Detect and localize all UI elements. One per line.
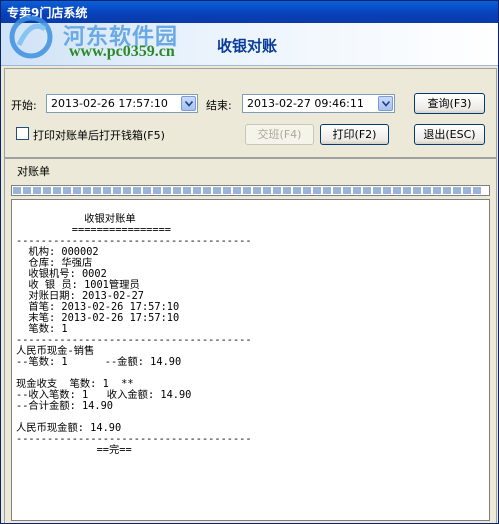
filter-toolbar: 开始: 2013-02-26 17:57:10 结束: 2013-02-27 0… xyxy=(4,68,497,158)
statement-panel: 对账单 收银对账单 ================ --------------… xyxy=(4,158,497,523)
open-cash-drawer-label[interactable]: 打印对账单后打开钱箱(F5) xyxy=(33,127,165,143)
chevron-down-icon[interactable] xyxy=(378,96,393,111)
receipt-view[interactable]: 收银对账单 ================ ------------------… xyxy=(11,199,490,521)
progress-bar xyxy=(11,185,490,196)
chevron-down-icon[interactable] xyxy=(181,96,196,111)
exit-button[interactable]: 退出(ESC) xyxy=(414,124,485,145)
handover-button[interactable]: 交班(F4) xyxy=(245,124,314,145)
start-label: 开始: xyxy=(11,99,37,112)
receipt-line: --笔数: 1 --金额: 14.90 xyxy=(16,356,182,368)
watermark-url: www.pc0359.cn xyxy=(69,43,175,60)
print-button[interactable]: 打印(F2) xyxy=(320,124,389,145)
start-datetime-value: 2013-02-26 17:57:10 xyxy=(51,97,168,110)
query-button[interactable]: 查询(F3) xyxy=(414,93,485,114)
page-heading: 收银对账 xyxy=(217,37,278,55)
receipt-line: ==完== xyxy=(16,444,132,456)
open-cash-drawer-checkbox[interactable] xyxy=(16,127,29,140)
progress-fill xyxy=(13,187,484,194)
receipt-line: --合计金额: 14.90 xyxy=(16,400,113,412)
main-window: 专卖9门店系统 河东软件园 www.pc0359.cn 收银对账 开始: 201… xyxy=(0,0,499,524)
watermark-logo-icon xyxy=(9,15,53,59)
end-datetime-select[interactable]: 2013-02-27 09:46:11 xyxy=(242,94,395,113)
start-datetime-select[interactable]: 2013-02-26 17:57:10 xyxy=(46,94,198,113)
end-label: 结束: xyxy=(206,99,232,112)
panel-title: 对账单 xyxy=(17,165,50,178)
end-datetime-value: 2013-02-27 09:46:11 xyxy=(247,97,364,110)
header-banner: 河东软件园 www.pc0359.cn 收银对账 xyxy=(1,15,498,66)
